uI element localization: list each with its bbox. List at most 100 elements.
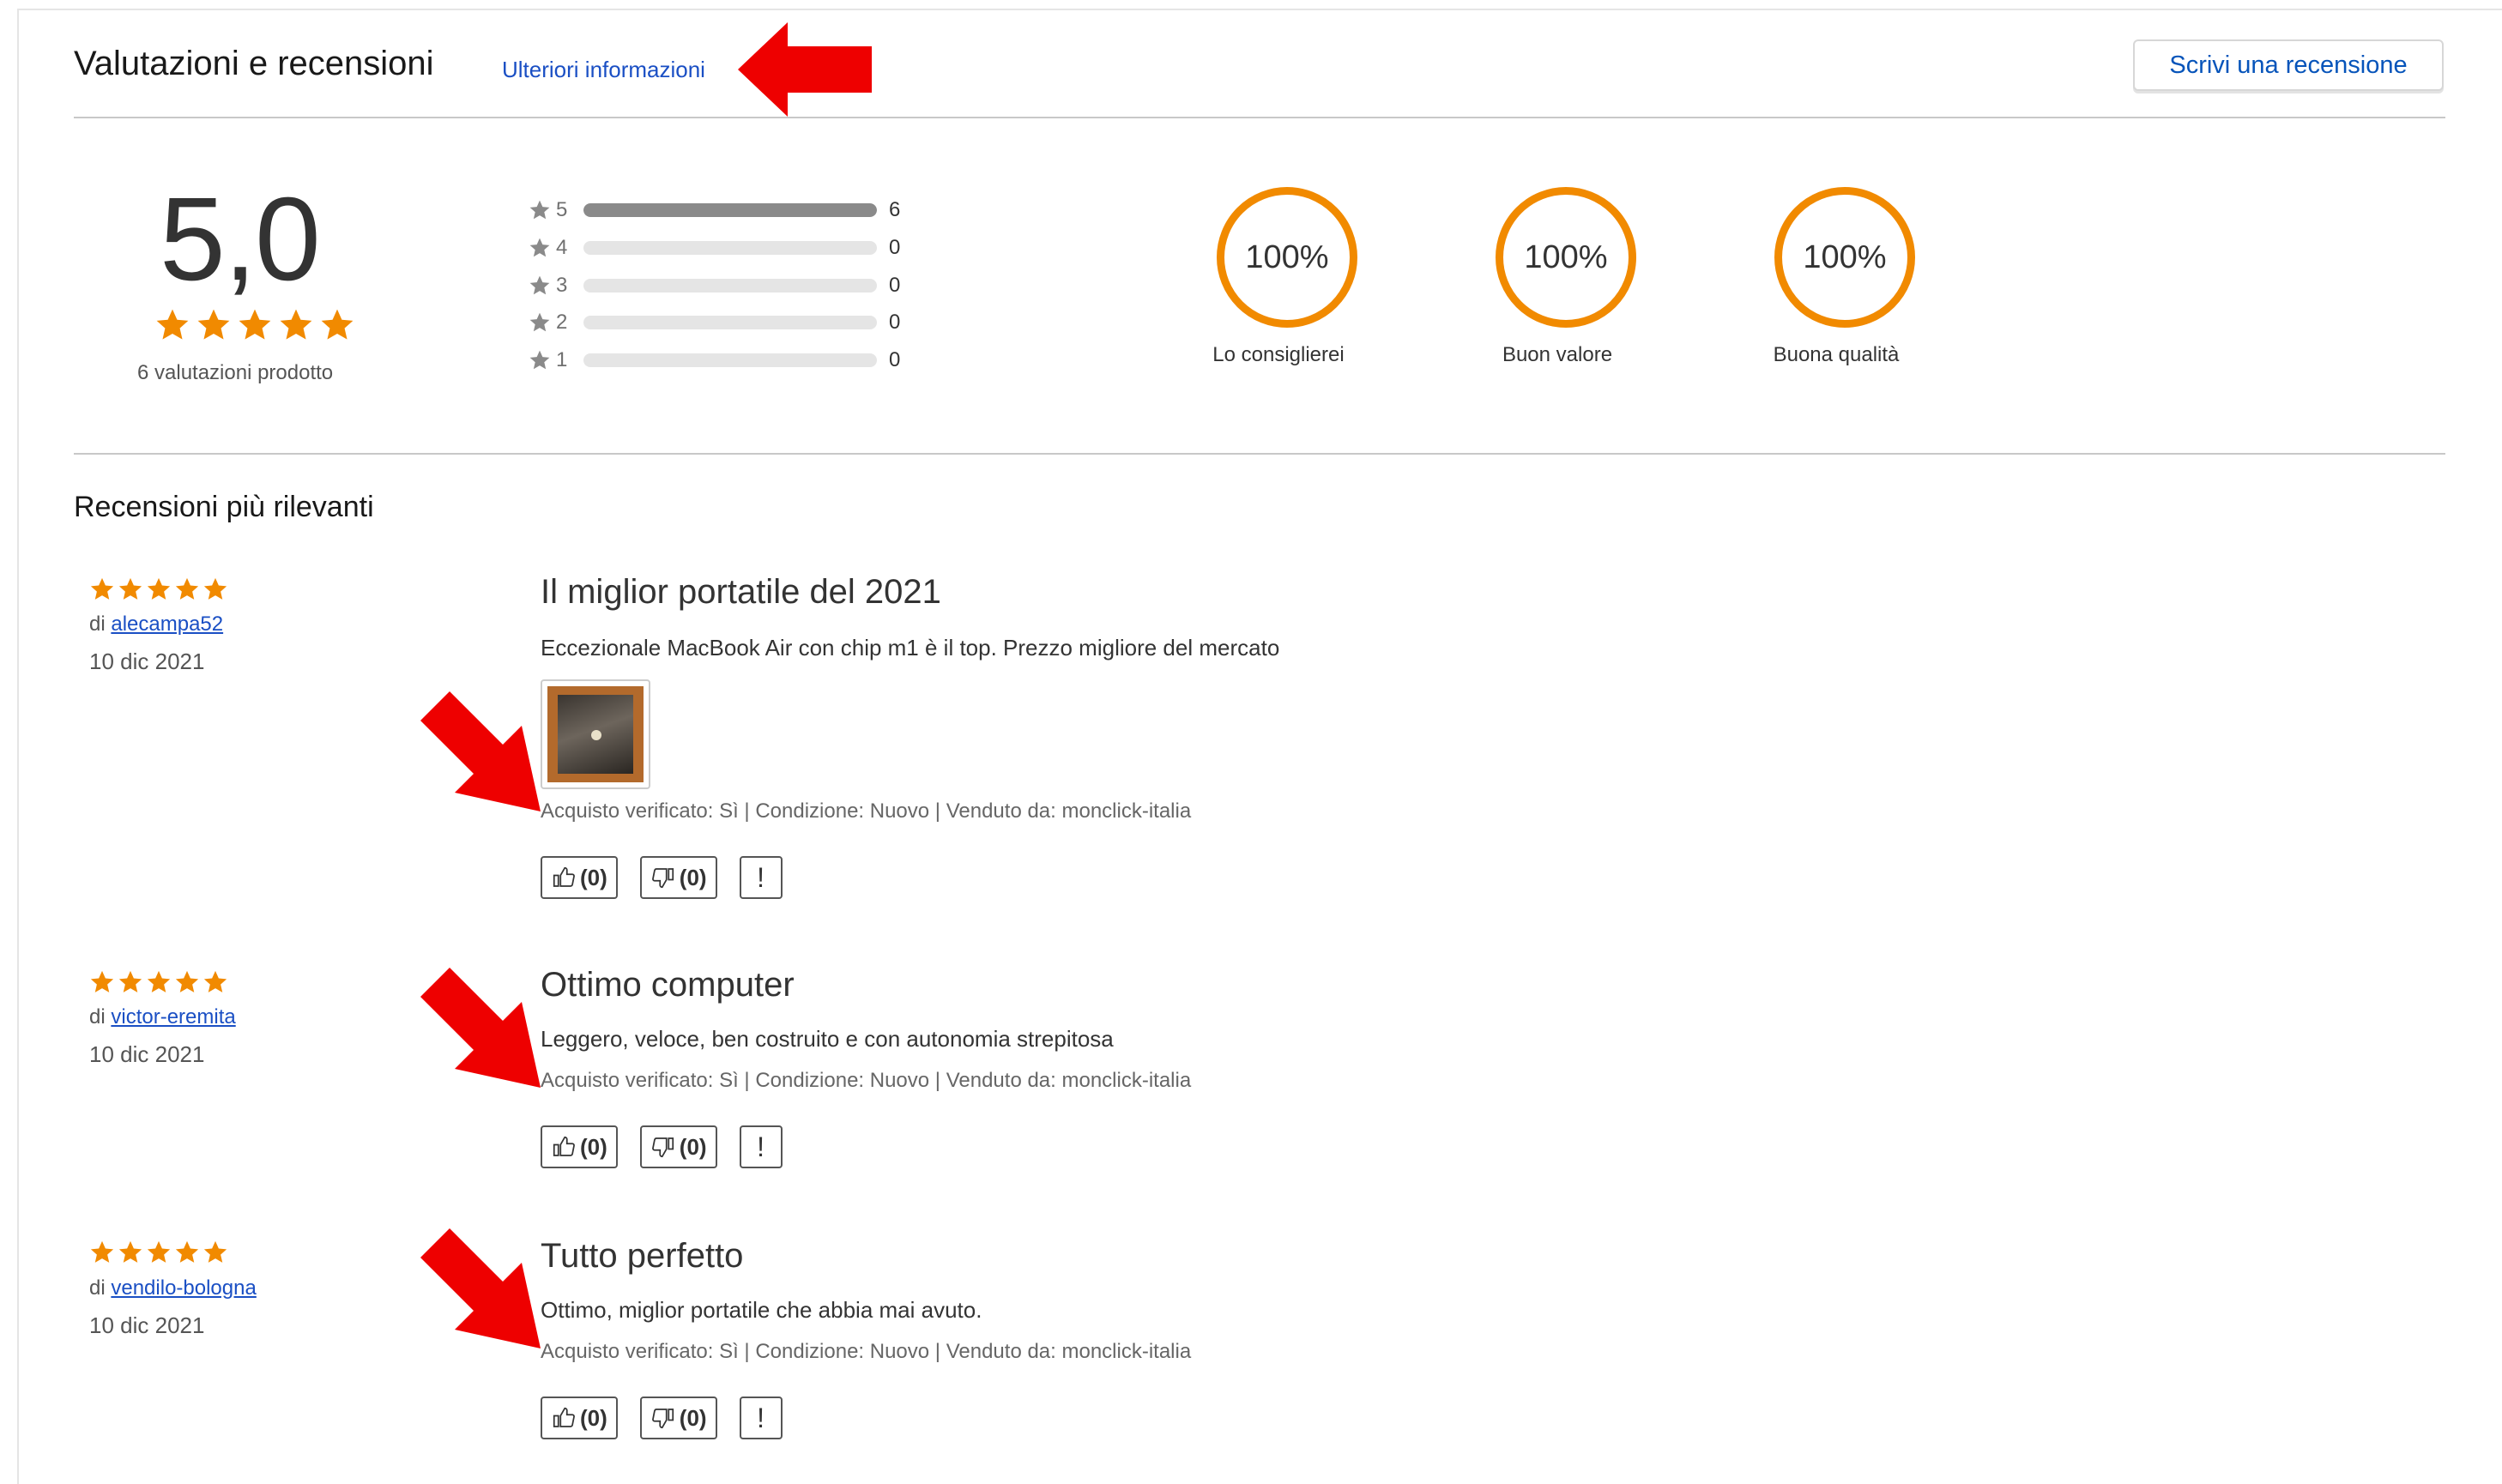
histogram-bar — [583, 203, 877, 217]
review-author-link[interactable]: alecampa52 — [111, 612, 223, 636]
helpful-count: (0) — [580, 1404, 607, 1431]
report-button[interactable]: ! — [739, 1397, 783, 1439]
more-info-link[interactable]: Ulteriori informazioni — [502, 57, 705, 83]
metric-circle: 100% — [1774, 187, 1915, 328]
write-review-button[interactable]: Scrivi una recensione — [2133, 39, 2444, 91]
histogram-row: 10 — [529, 347, 900, 373]
histogram-row: 30 — [529, 273, 900, 299]
report-icon: ! — [757, 1131, 764, 1162]
star-icon — [203, 1240, 227, 1263]
star-icon — [175, 1240, 199, 1263]
star-icon — [321, 309, 354, 340]
overall-stars — [154, 307, 355, 343]
star-icon — [175, 577, 199, 600]
helpful-button[interactable]: (0) — [541, 856, 618, 899]
review-actions: (0) (0)! — [541, 856, 783, 899]
review-author-link[interactable]: victor-eremita — [111, 1005, 235, 1029]
histogram-bar-fill — [583, 203, 877, 217]
report-button[interactable]: ! — [739, 1125, 783, 1168]
review-title: Tutto perfetto — [541, 1237, 744, 1275]
review-author-prefix: di — [89, 1276, 106, 1300]
star-icon — [529, 312, 550, 332]
overall-score: 5,0 — [160, 173, 321, 305]
star-icon — [156, 309, 189, 340]
helpful-count: (0) — [580, 864, 607, 890]
review-photo-thumbnail[interactable] — [541, 679, 650, 789]
histogram-count: 0 — [889, 348, 901, 371]
metric-label: Buon valore — [1502, 343, 1613, 366]
not-helpful-count: (0) — [679, 864, 707, 890]
histogram-bar — [583, 316, 877, 329]
section-title: Valutazioni e recensioni — [74, 45, 434, 82]
thumbs-down-icon — [651, 1409, 674, 1429]
review-meta: Acquisto verificato: Sì | Condizione: Nu… — [541, 1340, 1192, 1363]
review-date: 10 dic 2021 — [89, 1312, 205, 1338]
histogram-count: 0 — [889, 274, 901, 297]
helpful-button[interactable]: (0) — [541, 1397, 618, 1439]
star-icon — [203, 577, 227, 600]
histogram-star-label: 5 — [556, 198, 568, 221]
thumbs-up-icon — [553, 1136, 575, 1156]
not-helpful-count: (0) — [679, 1133, 707, 1160]
star-icon — [147, 1240, 171, 1263]
metric-value: 100% — [1245, 238, 1329, 275]
thumbs-up-icon — [553, 866, 575, 887]
star-icon — [118, 970, 142, 992]
star-icon — [197, 309, 230, 340]
ratings-count: 6 valutazioni prodotto — [137, 361, 334, 384]
star-icon — [90, 1240, 114, 1263]
metric-value: 100% — [1803, 238, 1887, 275]
review-author: di vendilo-bologna — [89, 1276, 257, 1300]
report-button[interactable]: ! — [739, 856, 783, 899]
histogram-count: 0 — [889, 236, 901, 259]
review-title: Ottimo computer — [541, 966, 795, 1004]
histogram-bar — [583, 279, 877, 293]
not-helpful-count: (0) — [679, 1404, 707, 1431]
star-icon — [529, 350, 550, 370]
star-icon — [280, 309, 312, 340]
annotation-arrow-down-right-3 — [420, 1228, 541, 1348]
star-icon — [118, 1240, 142, 1263]
histogram-bar — [583, 241, 877, 255]
metric-value: 100% — [1524, 238, 1608, 275]
review-meta: Acquisto verificato: Sì | Condizione: Nu… — [541, 1069, 1192, 1092]
not-helpful-button[interactable]: (0) — [639, 1125, 717, 1168]
relevant-reviews-title: Recensioni più rilevanti — [74, 491, 374, 523]
star-icon — [147, 970, 171, 992]
histogram-star-label: 2 — [556, 311, 568, 334]
review-date: 10 dic 2021 — [89, 1041, 205, 1067]
star-icon — [90, 970, 114, 992]
helpful-button[interactable]: (0) — [541, 1125, 618, 1168]
review-stars — [89, 969, 228, 995]
annotation-arrow-down-right-2 — [420, 968, 541, 1088]
thumbs-down-icon — [651, 1137, 674, 1158]
star-icon — [239, 309, 271, 340]
metric-label: Lo consiglierei — [1212, 343, 1345, 366]
report-icon: ! — [757, 861, 764, 893]
metric-circle: 100% — [1217, 187, 1357, 328]
thumbs-down-icon — [651, 868, 674, 889]
histogram-row: 40 — [529, 235, 900, 261]
review-author: di victor-eremita — [89, 1005, 236, 1029]
star-icon — [203, 970, 227, 992]
star-icon — [175, 970, 199, 992]
review-date: 10 dic 2021 — [89, 648, 205, 674]
helpful-count: (0) — [580, 1133, 607, 1160]
review-author-link[interactable]: vendilo-bologna — [111, 1276, 256, 1300]
review-author-prefix: di — [89, 1005, 106, 1029]
review-body: Eccezionale MacBook Air con chip m1 è il… — [541, 635, 1280, 661]
review-author-prefix: di — [89, 612, 106, 636]
not-helpful-button[interactable]: (0) — [639, 856, 717, 899]
annotation-arrow-left — [738, 22, 872, 117]
star-icon — [90, 577, 114, 600]
metric-label: Buona qualità — [1773, 343, 1900, 366]
summary-divider — [74, 453, 2445, 455]
histogram-star-label: 1 — [556, 348, 568, 371]
histogram-star-label: 3 — [556, 274, 568, 297]
annotation-arrow-down-right-1 — [420, 691, 541, 811]
review-stars — [89, 1240, 228, 1265]
review-actions: (0) (0)! — [541, 1397, 783, 1439]
star-icon — [147, 577, 171, 600]
star-icon — [529, 275, 550, 295]
not-helpful-button[interactable]: (0) — [639, 1397, 717, 1439]
